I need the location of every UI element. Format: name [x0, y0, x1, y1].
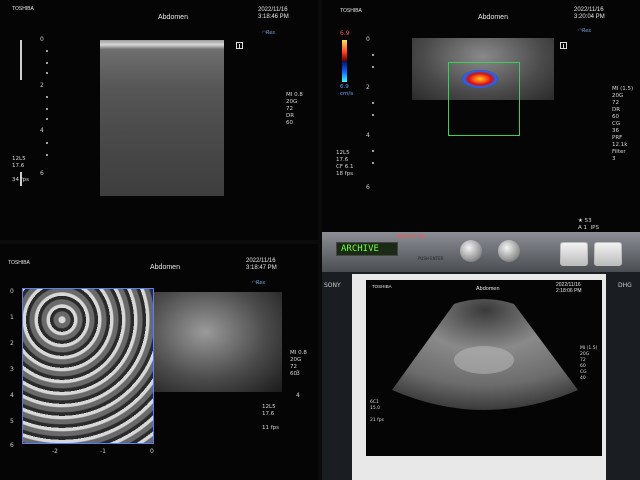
depth-tick: 1 [10, 314, 14, 321]
marker-t-icon [560, 42, 567, 49]
scale-dot [372, 150, 374, 152]
scale-dot [46, 118, 48, 120]
ultrasound-image-right [154, 292, 282, 392]
panel-bottom-right: ARCHIVE HDD I/O Fan PUSH ENTER SONY DHG … [322, 232, 640, 480]
depth-tick: 6 [10, 442, 14, 449]
scale-dot [372, 66, 374, 68]
scale-dot [372, 114, 374, 116]
scale-dot [46, 62, 48, 64]
exam-date: 2022/11/16 [574, 7, 604, 13]
exam-title: Abdomen [150, 264, 180, 271]
panel-bottom-left: TOSHIBA Abdomen 2022/11/16 3:18:47 PM ◠R… [0, 244, 318, 480]
imaging-parameters: MI (1.5) 20G 72 DR 60 CG 36 PRF 12.1k Fi… [612, 86, 634, 162]
scale-dot [372, 102, 374, 104]
ultrasound-image [100, 40, 224, 196]
depth-tick: 4 [10, 392, 14, 399]
depth-tick: 2 [366, 84, 370, 91]
organ-structure [454, 346, 514, 374]
marker-t-icon [236, 42, 243, 49]
exam-date: 2022/11/16 [246, 258, 276, 264]
frame-counter: ★ 53 A 1 IPS [578, 218, 599, 231]
time-tick: -1 [100, 448, 106, 455]
depth-tick: 2 [40, 82, 44, 89]
console-button[interactable] [594, 242, 622, 266]
side-logo: DHG [618, 282, 632, 289]
doppler-flow [462, 70, 498, 88]
scale-dot [46, 96, 48, 98]
scale-dot [372, 162, 374, 164]
depth-knob[interactable] [498, 240, 520, 262]
depth-tick: 6 [366, 184, 370, 191]
brand-label: TOSHIBA [340, 8, 362, 14]
brand-strip: SONY [324, 282, 341, 289]
gain-knob[interactable] [460, 240, 482, 262]
exam-title: Abdomen [158, 14, 188, 21]
panel-top-right: TOSHIBA Abdomen 2022/11/16 3:20:04 PM ◠R… [322, 0, 640, 240]
ultrasound-image [22, 288, 154, 444]
depth-tick: 3 [10, 366, 14, 373]
exam-time: 3:18:47 PM [246, 265, 277, 271]
scale-dot [46, 142, 48, 144]
scale-dot [372, 54, 374, 56]
probe-parameters: 12L5 17.6 34 fps [12, 156, 30, 183]
scale-dot [46, 108, 48, 110]
depth-tick: 4 [366, 132, 370, 139]
scale-dot [46, 72, 48, 74]
exam-date: 2022/11/16 [258, 7, 288, 13]
probe-logo-icon: ◠Res [578, 28, 592, 34]
time-tick: 0 [150, 448, 154, 455]
probe-parameters: 12L5 17.6 11 fps [262, 404, 280, 431]
monitor-screen: TOSHIBA Abdomen 2022/11/16 2:18:06 PM MI… [366, 280, 602, 456]
depth-tick: 0 [10, 288, 14, 295]
gain-bar [20, 40, 22, 80]
scale-dot [46, 50, 48, 52]
depth-tick: 2 [10, 340, 14, 347]
depth-tick: 0 [40, 36, 44, 43]
probe-parameters: 12L5 17.6 CF 6.1 18 fps [336, 150, 354, 177]
status-leds: HDD I/O Fan [396, 234, 427, 240]
probe-parameters: 6C1 15.0 21 fps [370, 400, 384, 423]
lcd-display: ARCHIVE [336, 242, 398, 256]
exam-title: Abdomen [478, 14, 508, 21]
scale-dot [46, 154, 48, 156]
panel-top-left: TOSHIBA Abdomen 2022/11/16 3:18:46 PM ◠R… [0, 0, 318, 240]
depth-tick-right: 4 [296, 392, 300, 399]
console-button[interactable] [560, 242, 588, 266]
imaging-parameters: MI 0.8 20G 72 DR 60 [286, 92, 303, 126]
depth-tick: 4 [40, 127, 44, 134]
imaging-parameters: MI 0.8 20G 72 60 [290, 350, 307, 377]
push-enter-label: PUSH ENTER [418, 256, 444, 261]
exam-time: 3:18:46 PM [258, 14, 289, 20]
color-scale-max: 6.9 [340, 30, 350, 37]
convex-ultrasound-image [392, 299, 578, 410]
color-scale-bar [342, 40, 347, 82]
probe-logo-icon: ◠Res [262, 30, 276, 36]
brand-label: TOSHIBA [8, 260, 30, 266]
color-scale-min: 6.9 cm/s [340, 84, 354, 97]
brand-label: TOSHIBA [12, 6, 34, 12]
depth-tick: 0 [366, 36, 370, 43]
imaging-parameters: MI (1.5) 20G 72 60 CG 40 [580, 346, 598, 381]
probe-logo-icon: ◠Res [252, 280, 266, 286]
depth-tick: 6 [40, 170, 44, 177]
time-tick: -2 [52, 448, 58, 455]
depth-tick: 5 [10, 418, 14, 425]
exam-time: 3:20:04 PM [574, 14, 605, 20]
